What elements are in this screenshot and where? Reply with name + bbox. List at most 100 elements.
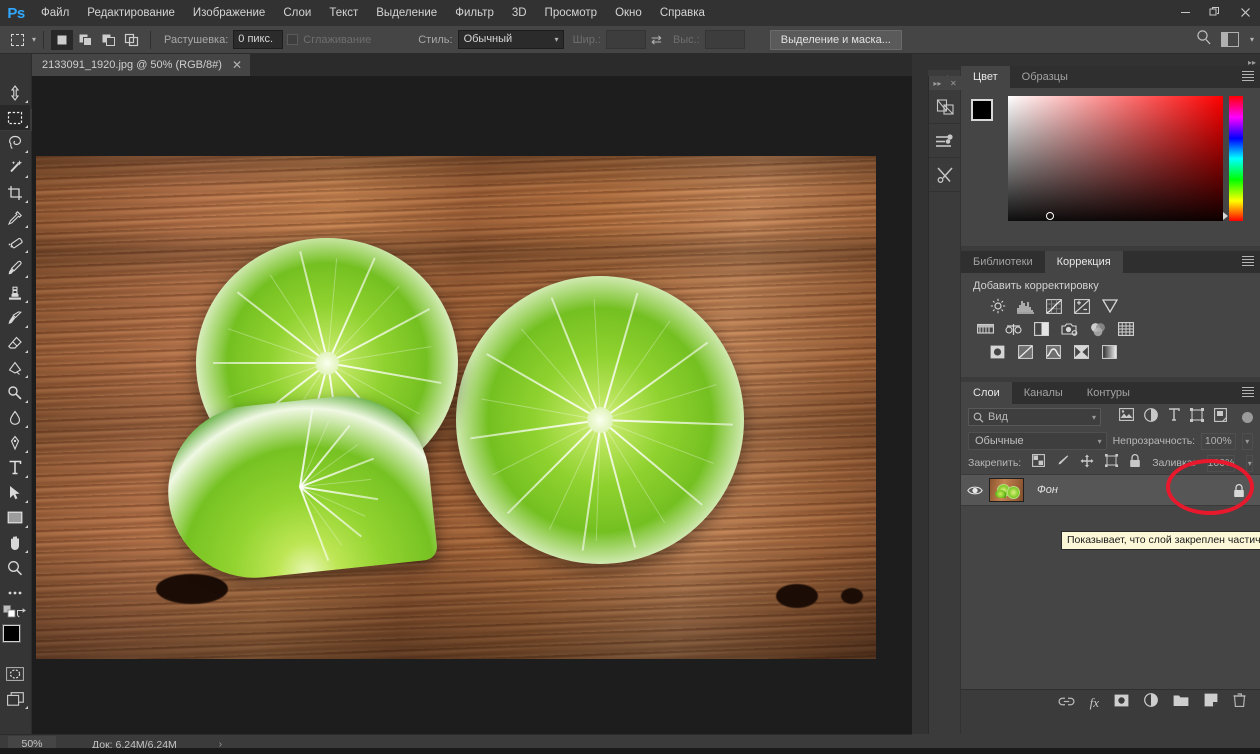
lock-all-icon[interactable] — [1129, 453, 1141, 473]
canvas-area[interactable] — [32, 76, 912, 734]
eyedropper-tool[interactable] — [0, 205, 30, 230]
new-layer-icon[interactable] — [1204, 693, 1218, 712]
clone-stamp-tool[interactable] — [0, 280, 30, 305]
layer-filter-select[interactable]: Вид ▾ — [968, 408, 1101, 426]
add-to-selection-button[interactable] — [74, 30, 96, 50]
new-selection-button[interactable] — [51, 29, 74, 50]
lock-position-icon[interactable] — [1080, 454, 1094, 473]
swap-dimensions-icon[interactable]: ⇄ — [651, 32, 662, 48]
close-button[interactable] — [1230, 0, 1260, 24]
history-brush-tool[interactable] — [0, 305, 30, 330]
screen-mode-toggle[interactable] — [0, 686, 30, 711]
expand-dock-icon[interactable]: ▸▸ — [933, 79, 941, 88]
brightness-contrast-icon[interactable] — [989, 298, 1006, 314]
filter-smart-objects-icon[interactable] — [1214, 407, 1227, 427]
menu-image[interactable]: Изображение — [184, 0, 274, 26]
tab-libraries[interactable]: Библиотеки — [961, 251, 1045, 273]
selective-color-icon[interactable] — [1073, 344, 1090, 360]
document-tab-close-icon[interactable]: ✕ — [232, 58, 242, 72]
add-layer-mask-icon[interactable] — [1114, 694, 1129, 712]
delete-layer-icon[interactable] — [1233, 693, 1246, 712]
menu-help[interactable]: Справка — [651, 0, 714, 26]
hand-tool[interactable] — [0, 530, 30, 555]
hue-slider[interactable] — [1229, 96, 1243, 221]
menu-3d[interactable]: 3D — [503, 0, 536, 26]
invert-icon[interactable] — [989, 344, 1006, 360]
antialias-checkbox[interactable] — [287, 34, 299, 45]
menu-edit[interactable]: Редактирование — [78, 0, 184, 26]
menu-layers[interactable]: Слои — [274, 0, 320, 26]
fill-chevron-down-icon[interactable]: ▾ — [1246, 454, 1253, 472]
style-select[interactable]: Обычный ▾ — [457, 30, 564, 49]
layers-panel-menu-icon[interactable] — [1242, 387, 1254, 399]
lock-image-pixels-icon[interactable] — [1056, 454, 1069, 472]
layer-visibility-toggle[interactable] — [961, 485, 989, 496]
tab-color[interactable]: Цвет — [961, 66, 1010, 88]
filter-type-layers-icon[interactable] — [1168, 408, 1180, 426]
exposure-icon[interactable] — [1073, 298, 1090, 314]
posterize-icon[interactable] — [1017, 344, 1034, 360]
dock-collapse-controls[interactable]: ▸▸ ✕ — [929, 76, 961, 90]
dodge-tool[interactable] — [0, 380, 30, 405]
blur-tool[interactable] — [0, 405, 30, 430]
swap-colors-icon[interactable] — [16, 605, 27, 623]
move-tool[interactable] — [0, 80, 30, 105]
opacity-chevron-down-icon[interactable]: ▾ — [1241, 432, 1253, 450]
workspace-switcher-icon[interactable] — [1220, 32, 1239, 47]
intersect-selection-button[interactable] — [120, 30, 142, 50]
healing-brush-tool[interactable] — [0, 230, 30, 255]
blend-mode-select[interactable]: Обычные ▾ — [968, 432, 1107, 450]
tool-presets-panel-icon[interactable] — [929, 158, 961, 192]
close-dock-icon[interactable]: ✕ — [950, 79, 957, 88]
menu-text[interactable]: Текст — [320, 0, 367, 26]
type-tool[interactable] — [0, 455, 30, 480]
subtract-from-selection-button[interactable] — [97, 30, 119, 50]
width-input[interactable] — [606, 30, 647, 49]
eraser-tool[interactable] — [0, 330, 30, 355]
opacity-input[interactable]: 100% — [1201, 432, 1236, 450]
restore-button[interactable] — [1200, 0, 1230, 24]
search-icon[interactable] — [1196, 29, 1212, 50]
tab-adjustments[interactable]: Коррекция — [1044, 251, 1123, 273]
path-selection-tool[interactable] — [0, 480, 30, 505]
tool-preset-chevron-down-icon[interactable]: ▾ — [32, 35, 36, 44]
color-panel-foreground-swatch[interactable] — [971, 99, 993, 121]
height-input[interactable] — [704, 30, 745, 49]
pen-tool[interactable] — [0, 430, 30, 455]
link-layers-icon[interactable] — [1058, 694, 1075, 712]
zoom-tool[interactable] — [0, 555, 30, 580]
layer-comps-panel-icon[interactable] — [929, 90, 961, 124]
layer-style-fx-icon[interactable]: fx — [1090, 695, 1099, 711]
brush-tool[interactable] — [0, 255, 30, 280]
menu-select[interactable]: Выделение — [367, 0, 446, 26]
menu-file[interactable]: Файл — [32, 0, 78, 26]
menu-view[interactable]: Просмотр — [536, 0, 607, 26]
threshold-icon[interactable] — [1045, 344, 1062, 360]
filter-pixel-layers-icon[interactable] — [1119, 408, 1134, 426]
tab-channels[interactable]: Каналы — [1012, 382, 1075, 404]
minimize-button[interactable] — [1170, 0, 1200, 24]
edit-toolbar-button[interactable] — [0, 580, 30, 605]
adjustments-panel-menu-icon[interactable] — [1242, 256, 1254, 268]
tab-layers[interactable]: Слои — [961, 382, 1012, 404]
menu-filter[interactable]: Фильтр — [446, 0, 503, 26]
gradient-map-icon[interactable] — [1101, 344, 1118, 360]
feather-input[interactable]: 0 пикс. — [233, 30, 284, 49]
menu-window[interactable]: Окно — [606, 0, 651, 26]
select-and-mask-button[interactable]: Выделение и маска... — [769, 29, 902, 50]
properties-panel-icon[interactable] — [929, 124, 961, 158]
color-picker-field[interactable] — [1008, 96, 1223, 221]
crop-tool[interactable] — [0, 180, 30, 205]
layer-lock-icon[interactable] — [1233, 484, 1245, 503]
tab-swatches[interactable]: Образцы — [1010, 66, 1080, 88]
document-canvas[interactable] — [36, 156, 876, 659]
filter-shape-layers-icon[interactable] — [1190, 407, 1204, 427]
color-panel-swatches[interactable] — [971, 99, 1005, 133]
filter-toggle-switch[interactable] — [1242, 411, 1253, 423]
curves-icon[interactable] — [1045, 298, 1062, 314]
lasso-tool[interactable] — [0, 130, 30, 155]
hue-saturation-icon[interactable] — [977, 321, 994, 337]
filter-adjustment-layers-icon[interactable] — [1144, 407, 1158, 427]
vibrance-icon[interactable] — [1101, 298, 1118, 314]
gradient-tool[interactable] — [0, 355, 30, 380]
